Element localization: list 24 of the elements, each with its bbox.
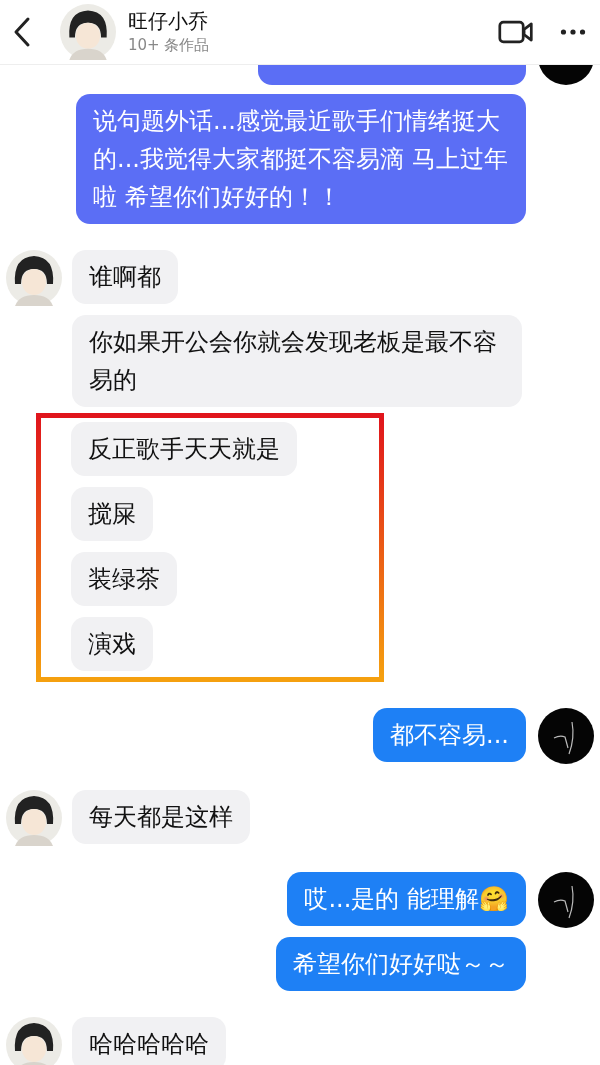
contact-name: 旺仔小乔 <box>128 8 209 34</box>
avatar[interactable] <box>538 872 594 928</box>
video-call-icon[interactable] <box>498 19 534 45</box>
back-icon[interactable] <box>12 16 32 48</box>
message-bubble: 装绿茶 <box>71 552 177 606</box>
message-bubble: 搅屎 <box>71 487 153 541</box>
avatar <box>538 65 594 85</box>
avatar[interactable] <box>60 4 116 60</box>
message-bubble: 每天都是这样 <box>72 790 250 844</box>
avatar[interactable] <box>6 1017 62 1065</box>
works-count: 10+ 条作品 <box>128 35 211 56</box>
avatar[interactable] <box>538 708 594 764</box>
more-icon[interactable] <box>560 28 586 36</box>
avatar[interactable] <box>6 790 62 846</box>
message-bubble: 演戏 <box>71 617 153 671</box>
message-bubble: 你如果开公会你就会发现老板是最不容易的 <box>72 315 522 407</box>
message-bubble: 说句题外话...感觉最近歌手们情绪挺大的...我觉得大家都挺不容易滴 马上过年啦 希望你们好好的！！ <box>76 94 526 224</box>
message-bubble: 谁啊都 <box>72 250 178 304</box>
message-bubble: 反正歌手天天就是 <box>71 422 297 476</box>
avatar[interactable] <box>6 250 62 306</box>
message-bubble: 哎...是的 能理解🤗 <box>287 872 526 926</box>
message-bubble: 希望你们好好哒～～ <box>276 937 526 991</box>
message-bubble: 都不容易... <box>373 708 526 762</box>
message-bubble: 哈哈哈哈哈 <box>72 1017 226 1065</box>
